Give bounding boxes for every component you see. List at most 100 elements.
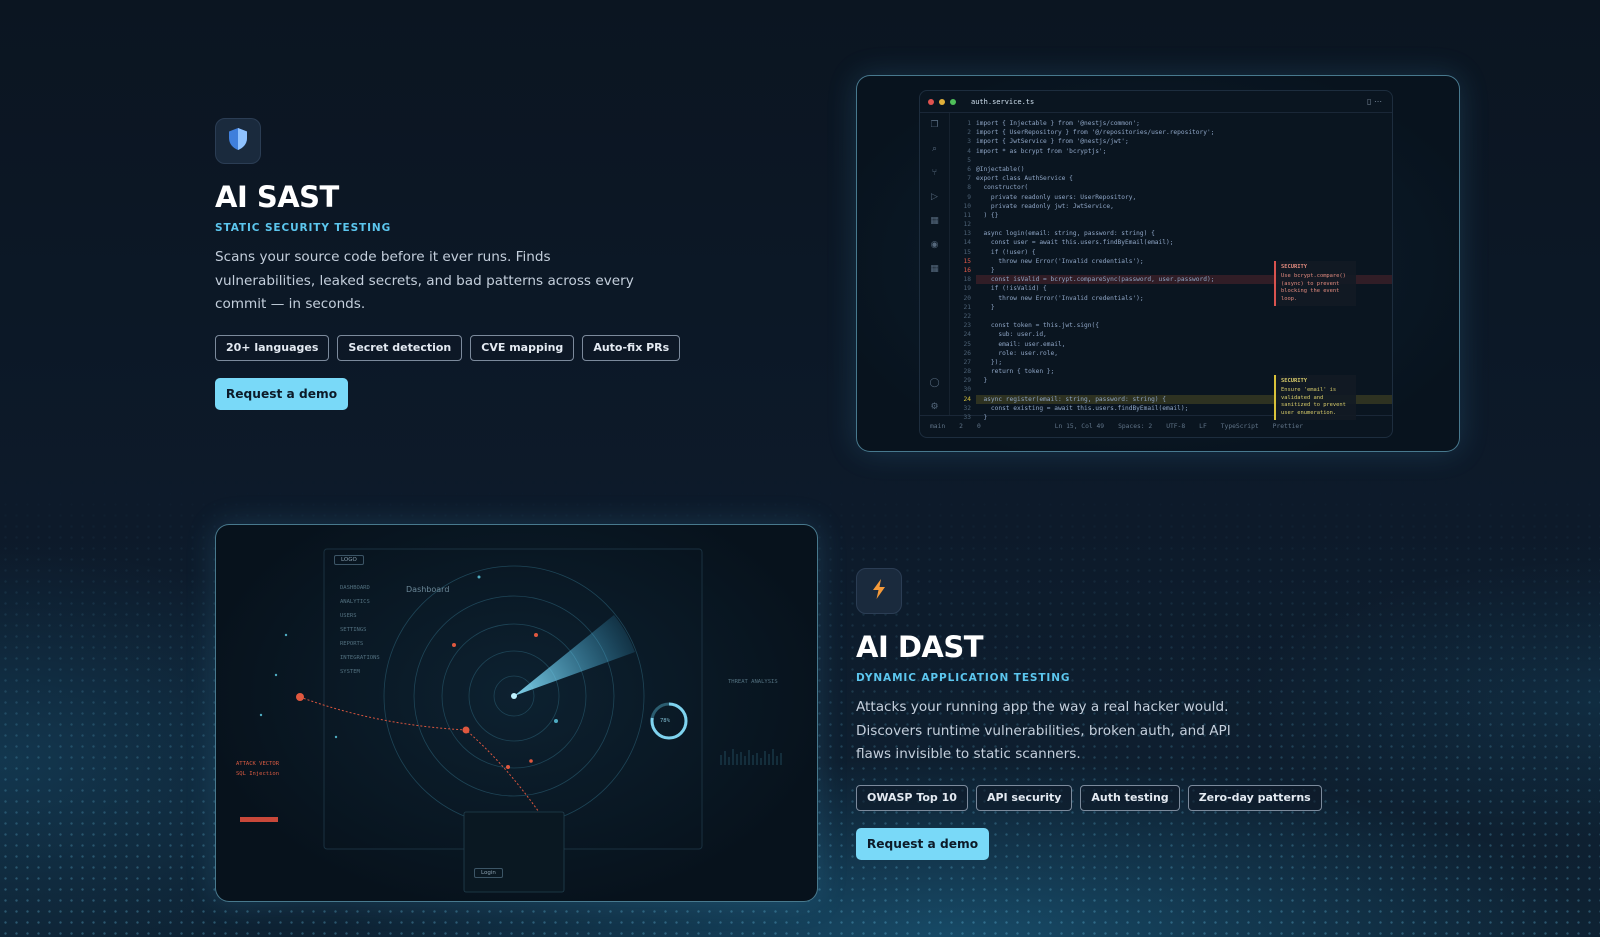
shield-icon	[227, 127, 249, 155]
radar-login-button: Login	[474, 868, 503, 878]
dast-description: Attacks your running app the way a real …	[856, 699, 1231, 762]
security-icon: ◉	[930, 240, 939, 250]
code-line: });	[976, 358, 1003, 366]
line-number: 13	[963, 230, 971, 238]
dast-subtitle: DYNAMIC APPLICATION TESTING	[856, 672, 1071, 684]
code-line: export class AuthService {	[976, 175, 1073, 183]
line-number: 8	[967, 184, 971, 192]
sast-tags: 20+ languages Secret detection CVE mappi…	[215, 334, 681, 361]
sast-editor-screenshot: auth.service.ts ▯ ⋯ ❐ ⌕ ⑂ ▷ ▦ ◉ ▦ ◯ ⚙ 1 2…	[856, 75, 1460, 452]
dast-section: AI DAST DYNAMIC APPLICATION TESTING Atta…	[856, 568, 1322, 860]
editor-titlebar: auth.service.ts ▯ ⋯	[920, 91, 1392, 113]
line-number: 15	[963, 257, 971, 265]
sast-section: AI SAST STATIC SECURITY TESTING Scans yo…	[215, 118, 681, 410]
code-lines: import { Injectable } from '@nestjs/comm…	[976, 113, 1392, 421]
line-number: 10	[963, 202, 971, 210]
line-number: 9	[967, 193, 971, 201]
line-number: 6	[967, 165, 971, 173]
sql-injection-label: SQL Injection	[236, 771, 280, 777]
line-number: 15	[963, 248, 971, 256]
status-warnings: 2	[959, 423, 963, 430]
line-number: 22	[963, 312, 971, 320]
code-line: const user = await this.users.findByEmai…	[976, 239, 1174, 247]
line-number: 29	[963, 377, 971, 385]
note-red-body: Use bcrypt.compare() (async) to prevent …	[1281, 273, 1346, 302]
branch-icon: ⑂	[931, 168, 938, 178]
line-number: 14	[963, 239, 971, 247]
code-line: if (!user) {	[976, 248, 1036, 256]
tag-zero-day: Zero-day patterns	[1187, 784, 1322, 811]
run-icon: ▷	[931, 192, 938, 202]
status-language: TypeScript	[1220, 423, 1259, 430]
code-line: sub: user.id,	[976, 331, 1047, 339]
status-cursor: Ln 15, Col 49	[1054, 423, 1105, 430]
radar-logo: LOGO	[334, 555, 364, 565]
note-yellow-head: SECURITY	[1281, 378, 1307, 384]
code-line: constructor(	[976, 184, 1029, 192]
code-line: email: user.email,	[976, 340, 1066, 348]
code-line: import { JwtService } from '@nestjs/jwt'…	[976, 138, 1129, 146]
grid-icon: ▦	[930, 264, 939, 274]
sast-subtitle: STATIC SECURITY TESTING	[215, 222, 392, 234]
close-dot-icon	[928, 98, 934, 105]
threat-analysis-label: THREAT ANALYSIS	[728, 679, 778, 685]
code-line: private readonly jwt: JwtService,	[976, 202, 1114, 210]
dast-title: AI DAST	[856, 630, 984, 664]
line-number: 21	[963, 303, 971, 311]
line-number: 23	[963, 322, 971, 330]
line-numbers: 1 2 3 4 5 6 7 8 9 10 11 12 13 14 15 15 16 18 19 20 21 22 23 24 2…	[950, 113, 976, 421]
status-eol: LF	[1199, 423, 1207, 430]
status-encoding: UTF-8	[1166, 423, 1186, 430]
line-number: 3	[967, 138, 971, 146]
line-number: 26	[963, 349, 971, 357]
code-line: import { Injectable } from '@nestjs/comm…	[976, 120, 1140, 127]
editor-filename: auth.service.ts	[971, 97, 1035, 106]
sast-request-demo-button[interactable]: Request a demo	[215, 377, 348, 410]
tag-owasp: OWASP Top 10	[856, 784, 968, 811]
attack-vector-label: ATTACK VECTOR	[236, 761, 280, 767]
code-line: ) {}	[976, 211, 999, 219]
status-formatter: Prettier	[1272, 423, 1304, 430]
line-number: 1	[967, 120, 971, 127]
code-line: @Injectable()	[976, 165, 1025, 173]
note-red-head: SECURITY	[1281, 264, 1307, 270]
editor-more-icon: ▯ ⋯	[1367, 97, 1382, 106]
line-number: 4	[967, 147, 971, 155]
settings-icon: ⚙	[930, 402, 939, 412]
radar-nav-integrations: INTEGRATIONS	[340, 655, 380, 661]
radar-dashboard-title: Dashboard	[406, 585, 450, 594]
code-line: const token = this.jwt.sign({	[976, 322, 1099, 330]
dast-icon-box	[856, 568, 902, 614]
minimize-dot-icon	[939, 98, 945, 105]
tag-api-security: API security	[975, 784, 1073, 811]
code-line: import { UserRepository } from '@/reposi…	[976, 129, 1215, 137]
line-number: 5	[967, 156, 971, 164]
radar-graphic	[240, 548, 782, 893]
extensions-icon: ▦	[930, 216, 939, 226]
status-errors: 0	[976, 423, 981, 430]
sast-title: AI SAST	[215, 180, 339, 214]
code-editor: auth.service.ts ▯ ⋯ ❐ ⌕ ⑂ ▷ ▦ ◉ ▦ ◯ ⚙ 1 2…	[919, 90, 1393, 438]
maximize-dot-icon	[950, 98, 956, 105]
line-number: 7	[967, 175, 971, 183]
dast-request-demo-button[interactable]: Request a demo	[856, 827, 989, 860]
line-number: 28	[963, 368, 971, 376]
bolt-icon	[871, 578, 887, 604]
tag-auto-fix: Auto-fix PRs	[582, 334, 681, 361]
line-number: 32	[963, 404, 971, 412]
sast-description: Scans your source code before it ever ru…	[215, 249, 634, 312]
editor-activity-bar: ❐ ⌕ ⑂ ▷ ▦ ◉ ▦ ◯ ⚙	[920, 113, 950, 415]
dast-tags: OWASP Top 10 API security Auth testing Z…	[856, 784, 1322, 811]
security-note-red: SECURITY Use bcrypt.compare() (async) to…	[1274, 261, 1356, 307]
line-number: 27	[963, 358, 971, 366]
tag-auth-testing: Auth testing	[1080, 784, 1180, 811]
line-number: 18	[963, 276, 971, 284]
search-icon: ⌕	[931, 144, 938, 154]
tag-cve-mapping: CVE mapping	[470, 334, 575, 361]
status-branch: main	[930, 423, 946, 430]
account-icon: ◯	[929, 378, 940, 388]
code-line: private readonly users: UserRepository,	[976, 193, 1137, 201]
code-line: import * as bcrypt from 'bcryptjs';	[976, 147, 1107, 155]
